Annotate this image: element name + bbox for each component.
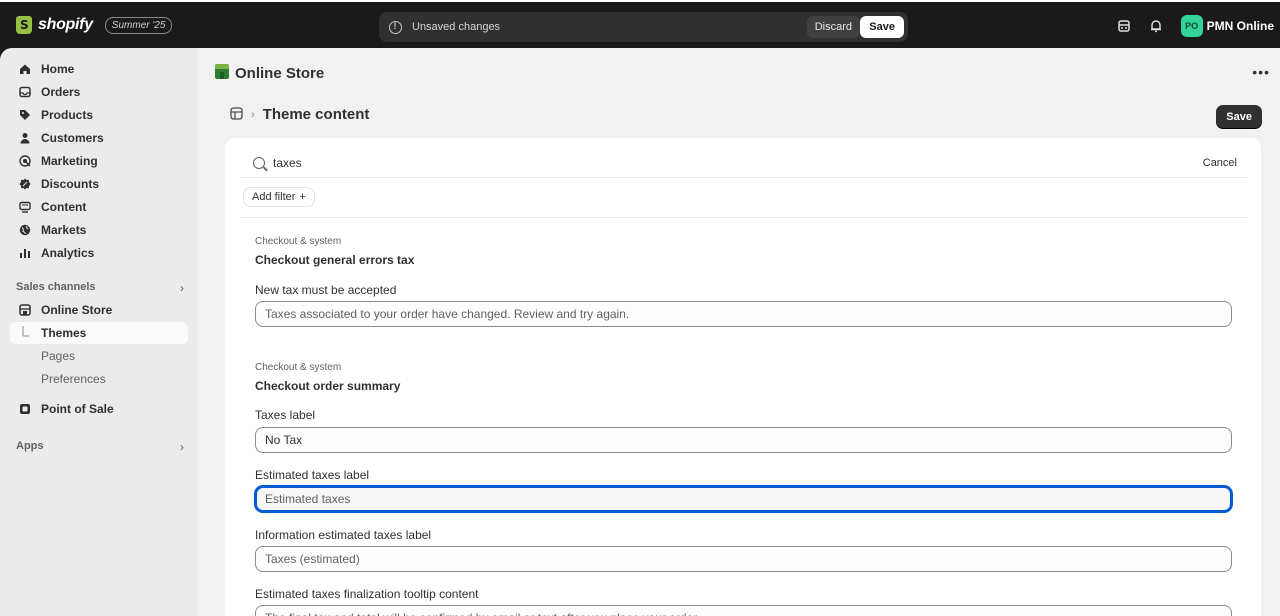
top-right-controls: PO PMN Online xyxy=(1117,15,1274,37)
unsaved-message: Unsaved changes xyxy=(412,21,501,33)
sidebar-item-marketing[interactable]: Marketing xyxy=(10,150,188,172)
field-label: Estimated taxes finalization tooltip con… xyxy=(255,587,479,601)
alert-circle-icon xyxy=(389,20,402,34)
sidebar-item-discounts[interactable]: Discounts xyxy=(10,173,188,195)
edition-badge: Summer '25 xyxy=(104,16,173,34)
group-category: Checkout & system xyxy=(255,236,342,247)
sidebar-item-label: Products xyxy=(41,108,94,122)
search-input[interactable] xyxy=(273,155,1073,170)
top-bar: shopify Summer '25 Unsaved changes Disca… xyxy=(0,0,1280,48)
chevron-right-icon[interactable]: › xyxy=(180,440,184,454)
sidebar-item-online-store[interactable]: Online Store xyxy=(10,299,188,321)
sidebar-item-preferences[interactable]: Preferences xyxy=(10,368,188,390)
sidebar-item-label: Online Store xyxy=(41,303,113,317)
sidebar-item-label: Markets xyxy=(41,223,87,237)
sidebar-item-orders[interactable]: Orders xyxy=(10,81,188,103)
shopify-logo[interactable]: shopify Summer '25 xyxy=(16,16,173,34)
new-tax-accepted-input[interactable]: Taxes associated to your order have chan… xyxy=(255,301,1232,327)
estimated-taxes-label-input[interactable]: Estimated taxes xyxy=(255,486,1232,512)
sidebar-item-label: Marketing xyxy=(41,154,98,168)
unsaved-changes-bar: Unsaved changes Discard Save xyxy=(379,12,908,42)
brand-name: shopify xyxy=(38,16,93,33)
sidebar-item-label: Point of Sale xyxy=(41,402,114,416)
sidebar-item-label: Preferences xyxy=(41,372,106,386)
group-category: Checkout & system xyxy=(255,362,342,373)
online-store-icon xyxy=(215,64,229,82)
target-icon xyxy=(18,154,32,168)
sidebar: Home Orders Products Customers Marketing… xyxy=(0,48,198,616)
discard-button[interactable]: Discard xyxy=(806,16,860,38)
field-label: Estimated taxes label xyxy=(255,468,370,482)
globe-icon xyxy=(18,223,32,237)
chart-icon xyxy=(18,246,32,260)
sidebar-item-content[interactable]: Content xyxy=(10,196,188,218)
sidebar-item-customers[interactable]: Customers xyxy=(10,127,188,149)
sidebar-item-pages[interactable]: Pages xyxy=(10,345,188,367)
save-button-top[interactable]: Save xyxy=(860,16,904,38)
person-icon xyxy=(18,131,32,145)
chevron-right-icon: › xyxy=(251,108,255,121)
sidebar-item-products[interactable]: Products xyxy=(10,104,188,126)
field-label: Information estimated taxes label xyxy=(255,528,432,542)
content-icon xyxy=(18,200,32,214)
discount-icon xyxy=(18,177,32,191)
add-filter-button[interactable]: Add filter + xyxy=(243,187,315,207)
pos-icon xyxy=(18,402,32,416)
tax-finalization-tooltip-input[interactable]: The final tax and total will be confirme… xyxy=(255,605,1232,616)
information-estimated-taxes-input[interactable]: Taxes (estimated) xyxy=(255,546,1232,572)
sidebar-item-point-of-sale[interactable]: Point of Sale xyxy=(10,398,188,420)
sidebar-item-themes[interactable]: Themes xyxy=(10,322,188,344)
sidebar-item-analytics[interactable]: Analytics xyxy=(10,242,188,264)
theme-content-card: Cancel Add filter + Checkout & system Ch… xyxy=(225,138,1261,616)
search-bar: Cancel xyxy=(241,148,1247,178)
sidebar-item-label: Discounts xyxy=(41,177,100,191)
breadcrumb: › Theme content xyxy=(230,106,369,123)
group-title: Checkout order summary xyxy=(255,379,401,393)
save-button[interactable]: Save xyxy=(1216,105,1262,128)
apps-heading[interactable]: Apps xyxy=(16,440,44,452)
search-icon xyxy=(253,156,265,169)
storefront-icon xyxy=(18,303,32,317)
store-name[interactable]: PMN Online xyxy=(1207,19,1274,33)
inbox-icon xyxy=(18,85,32,99)
theme-icon[interactable] xyxy=(230,106,243,123)
tree-branch-icon xyxy=(18,326,32,340)
avatar[interactable]: PO xyxy=(1180,15,1203,37)
sidebar-item-home[interactable]: Home xyxy=(10,58,188,80)
group-title: Checkout general errors tax xyxy=(255,253,415,267)
sidebar-item-label: Content xyxy=(41,200,87,214)
sidebar-item-markets[interactable]: Markets xyxy=(10,219,188,241)
cancel-search-button[interactable]: Cancel xyxy=(1203,157,1237,169)
shopify-bag-icon xyxy=(16,16,32,34)
field-label: New tax must be accepted xyxy=(255,283,397,297)
page-header: Online Store xyxy=(215,64,324,82)
main-content: Online Store ••• › Theme content Save Ca… xyxy=(198,48,1280,616)
page-title: Online Store xyxy=(235,64,325,82)
sidebar-item-label: Home xyxy=(41,62,75,76)
filter-row: Add filter + xyxy=(241,180,1247,218)
taxes-label-input[interactable]: No Tax xyxy=(255,427,1232,453)
sidebar-item-label: Analytics xyxy=(41,246,95,260)
bell-icon[interactable] xyxy=(1149,19,1163,33)
sidebar-item-label: Pages xyxy=(41,349,76,363)
sidebar-item-label: Customers xyxy=(41,131,104,145)
field-label: Taxes label xyxy=(255,408,316,422)
sidebar-item-label: Orders xyxy=(41,85,81,99)
sales-channels-heading[interactable]: Sales channels xyxy=(16,281,96,293)
sidebar-item-label: Themes xyxy=(41,326,87,340)
add-filter-label: Add filter xyxy=(252,191,296,203)
chevron-right-icon[interactable]: › xyxy=(180,281,184,295)
tag-icon xyxy=(18,108,32,122)
plus-icon: + xyxy=(299,191,306,203)
more-actions-button[interactable]: ••• xyxy=(1252,64,1270,80)
breadcrumb-title: Theme content xyxy=(262,106,370,123)
home-icon xyxy=(18,62,32,76)
store-icon[interactable] xyxy=(1117,19,1131,33)
